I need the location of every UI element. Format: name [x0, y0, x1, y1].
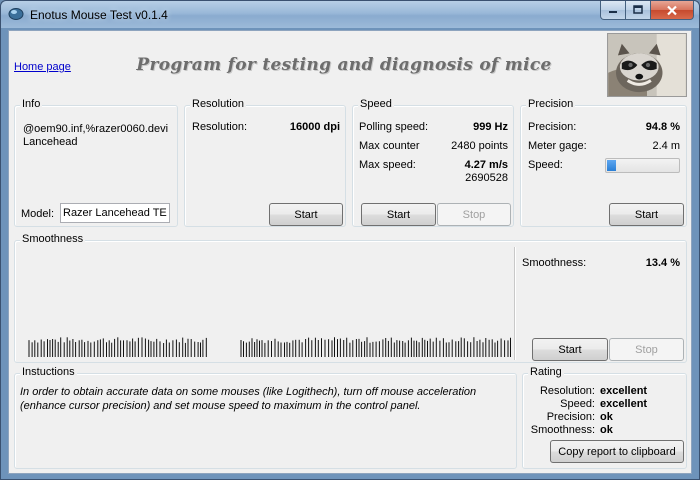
rating-value: excellent	[600, 385, 648, 397]
precision-start-button[interactable]: Start	[609, 203, 684, 226]
precision-speed-fill	[607, 160, 617, 171]
resolution-start-button[interactable]: Start	[269, 203, 343, 226]
instructions-legend: Instuctions	[20, 366, 77, 378]
info-legend: Info	[20, 98, 43, 110]
client-area: Home page Program for testing and diagno…	[8, 30, 692, 474]
close-icon	[667, 5, 677, 15]
minimize-button[interactable]	[600, 1, 626, 20]
resolution-label: Resolution:	[192, 121, 248, 133]
speed-legend: Speed	[358, 98, 394, 110]
smoothness-group: Smoothness Smoothness: 13.4 % Start Stop	[14, 233, 687, 363]
rating-legend: Rating	[528, 366, 564, 378]
smoothness-value: 13.4 %	[645, 257, 680, 269]
close-button[interactable]	[651, 1, 694, 20]
rating-row-smoothness: Smoothness: ok	[523, 424, 613, 436]
maximize-icon	[633, 5, 643, 14]
rating-row-precision: Precision: ok	[523, 411, 613, 423]
minimize-icon	[609, 11, 617, 13]
resolution-legend: Resolution	[190, 98, 246, 110]
rating-label: Speed:	[560, 398, 595, 410]
rating-value: ok	[600, 424, 613, 436]
resolution-group: Resolution Resolution: 16000 dpi Start	[184, 98, 346, 227]
rating-value: excellent	[600, 398, 648, 410]
resolution-value: 16000 dpi	[289, 121, 340, 133]
mouse-app-icon	[8, 8, 24, 20]
window-title: Enotus Mouse Test v0.1.4	[30, 8, 168, 22]
app-banner: Program for testing and diagnosis of mic…	[136, 55, 552, 75]
rating-group: Rating Resolution: excellent Speed: excell…	[522, 366, 687, 469]
polling-speed-label: Polling speed:	[359, 121, 429, 133]
app-window: Enotus Mouse Test v0.1.4 Home page Progr…	[0, 0, 700, 480]
smoothness-graph	[28, 337, 511, 357]
speed-group: Speed Polling speed: 999 Hz Max counter …	[352, 98, 514, 227]
smoothness-stop-button[interactable]: Stop	[609, 338, 684, 361]
raccoon-picture	[607, 33, 687, 97]
title-bar[interactable]: Enotus Mouse Test v0.1.4	[1, 1, 699, 28]
precision-legend: Precision	[526, 98, 576, 110]
max-counter-value: 2480 points	[451, 140, 508, 152]
meter-gage-label: Meter gage:	[528, 140, 587, 152]
precision-speed-label: Speed:	[528, 159, 563, 171]
info-group: Info @oem90.inf,%razer0060.devi Lancehea…	[14, 98, 178, 227]
home-page-link[interactable]: Home page	[14, 61, 71, 73]
speed-stop-button[interactable]: Stop	[437, 203, 511, 226]
precision-label: Precision:	[528, 121, 577, 133]
copy-report-button[interactable]: Copy report to clipboard	[550, 440, 684, 463]
smoothness-legend: Smoothness	[20, 233, 86, 245]
instructions-text: In order to obtain accurate data on some…	[20, 386, 477, 412]
polling-speed-value: 999 Hz	[473, 121, 508, 133]
model-label: Model:	[21, 208, 55, 220]
rating-label: Resolution:	[539, 385, 595, 397]
rating-row-speed: Speed: excellent	[523, 398, 647, 410]
rating-row-resolution: Resolution: excellent	[523, 385, 647, 397]
instructions-group: Instuctions In order to obtain accurate …	[14, 366, 517, 469]
precision-speed-meter	[605, 158, 680, 173]
max-speed-label: Max speed:	[359, 159, 416, 171]
model-field[interactable]	[60, 203, 170, 223]
smoothness-label: Smoothness:	[522, 257, 587, 269]
max-speed-raw-value: 2690528	[465, 172, 508, 184]
meter-gage-value: 2.4 m	[652, 140, 680, 152]
maximize-button[interactable]	[626, 1, 651, 20]
rating-label: Smoothness:	[530, 424, 595, 436]
max-counter-label: Max counter	[359, 140, 420, 152]
device-id-text: @oem90.inf,%razer0060.devi Lancehead	[23, 123, 169, 148]
smoothness-divider	[514, 247, 515, 360]
smoothness-start-button[interactable]: Start	[532, 338, 608, 361]
precision-value: 94.8 %	[645, 121, 680, 133]
rating-label: Precision:	[546, 411, 595, 423]
max-speed-value: 4.27 m/s	[464, 159, 508, 171]
precision-group: Precision Precision: 94.8 % Meter gage: …	[520, 98, 687, 227]
rating-value: ok	[600, 411, 613, 423]
speed-start-button[interactable]: Start	[361, 203, 436, 226]
